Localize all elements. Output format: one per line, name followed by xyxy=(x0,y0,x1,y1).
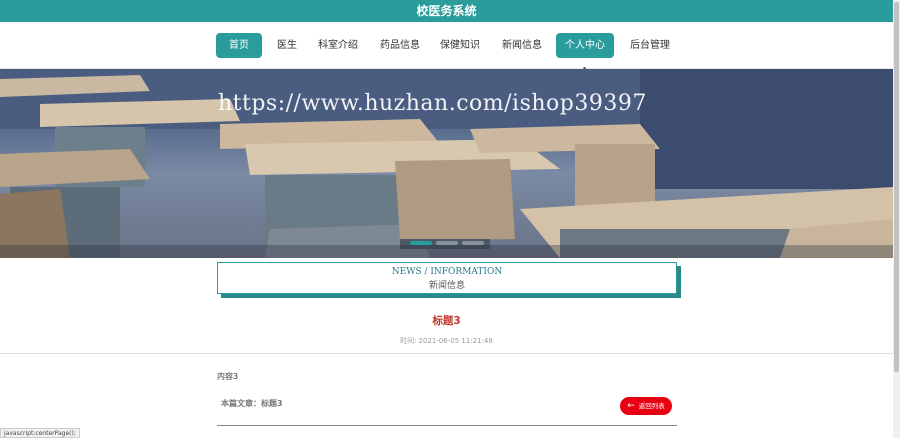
bottom-divider xyxy=(217,425,677,426)
nav-item-medicine[interactable]: 药品信息 xyxy=(374,33,426,58)
nav-item-news[interactable]: 新闻信息 xyxy=(496,33,548,58)
arrow-left-icon: ← xyxy=(627,401,635,411)
browser-status-bar: javascript:centerPage(); xyxy=(0,428,80,438)
carousel-dot[interactable] xyxy=(462,241,484,245)
article-title: 标题3 xyxy=(432,315,461,327)
article-content: 内容3 xyxy=(217,372,239,381)
nav-item-doctor[interactable]: 医生 xyxy=(270,33,304,58)
scrollbar-thumb[interactable] xyxy=(894,2,899,372)
nav-item-personal-center[interactable]: 个人中心 xyxy=(556,33,614,58)
back-to-list-label: 返回列表 xyxy=(638,402,665,410)
carousel-dot[interactable] xyxy=(436,241,458,245)
nav-item-home[interactable]: 首页 xyxy=(216,33,262,58)
banner-watermark: https://www.huzhan.com/ishop39397 xyxy=(218,91,647,116)
nav-item-department[interactable]: 科室介绍 xyxy=(312,33,364,58)
section-title-cn: 新闻信息 xyxy=(428,281,465,291)
carousel-indicators xyxy=(410,241,486,245)
carousel-dot-active[interactable] xyxy=(410,241,432,245)
back-to-list-button[interactable]: ← 返回列表 xyxy=(620,397,672,415)
time-value: 2021-06-05 11:21:48 xyxy=(418,337,493,345)
section-title-en: NEWS / INFORMATION xyxy=(391,267,503,277)
page: 校医务系统 首页 医生 科室介绍 药品信息 保健知识 新闻信息 个人中心 后台管… xyxy=(0,0,900,438)
time-label: 时间: xyxy=(400,337,417,345)
section-heading: NEWS / INFORMATION 新闻信息 xyxy=(217,262,677,294)
main-nav: 首页 医生 科室介绍 药品信息 保健知识 新闻信息 个人中心 后台管理 xyxy=(0,22,893,79)
divider xyxy=(0,353,893,354)
current-article-label: 本篇文章：标题3 xyxy=(221,399,283,408)
vertical-scrollbar[interactable] xyxy=(893,0,900,438)
nav-item-admin[interactable]: 后台管理 xyxy=(624,33,676,58)
article-time: 时间: 2021-06-05 11:21:48 xyxy=(0,336,893,346)
app-title: 校医务系统 xyxy=(0,0,893,22)
nav-item-health-knowledge[interactable]: 保健知识 xyxy=(434,33,486,58)
banner-carousel[interactable]: https://www.huzhan.com/ishop39397 xyxy=(0,69,893,258)
